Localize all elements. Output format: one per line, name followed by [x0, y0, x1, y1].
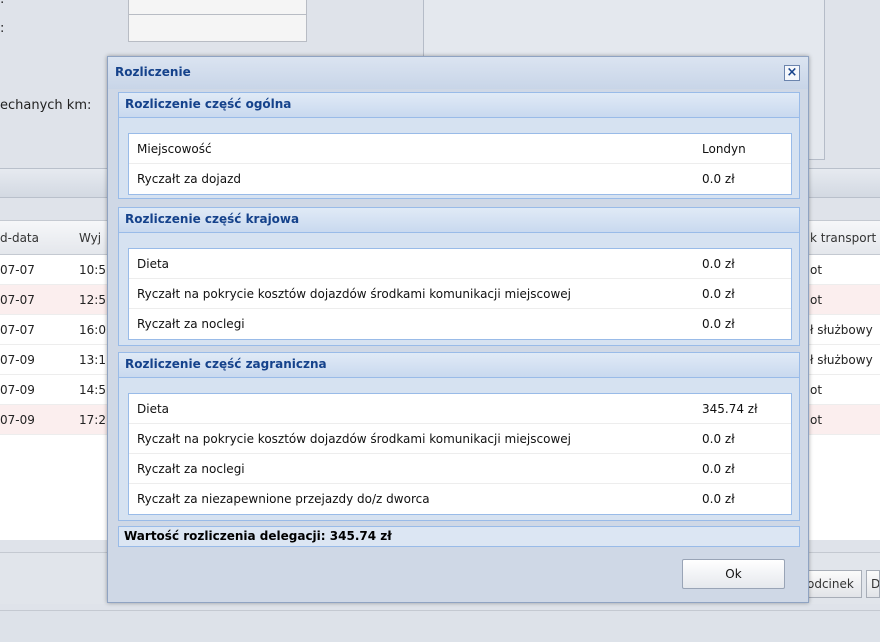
grid-cell-date: 07-09 — [0, 353, 35, 367]
row-label: Ryczałt za noclegi — [137, 317, 245, 331]
row-value: Londyn — [702, 142, 746, 156]
section-table: Dieta 0.0 zł Ryczałt na pokrycie kosztów… — [128, 248, 792, 340]
background-button[interactable]: D — [866, 570, 880, 598]
row-label: Miejscowość — [137, 142, 212, 156]
row-value: 0.0 zł — [702, 172, 735, 186]
dialog-title-bar[interactable]: Rozliczenie × — [108, 57, 808, 89]
grid-cell-transport: ot — [810, 383, 823, 397]
grid-cell-transport: ot — [810, 293, 823, 307]
grid-cell-date: 07-07 — [0, 263, 35, 277]
row-value: 0.0 zł — [702, 257, 735, 271]
settlement-total: Wartość rozliczenia delegacji: 345.74 zł — [118, 526, 800, 547]
grid-cell-transport: ł służbowy — [810, 353, 873, 367]
dialog-title: Rozliczenie — [115, 65, 191, 79]
background-input[interactable] — [128, 14, 307, 42]
list-item: Ryczałt na pokrycie kosztów dojazdów śro… — [129, 279, 791, 309]
settlement-dialog: Rozliczenie × Rozliczenie część ogólna M… — [107, 56, 809, 603]
grid-column-header[interactable]: d-data — [0, 231, 39, 245]
section-domestic: Rozliczenie część krajowa Dieta 0.0 zł R… — [118, 207, 800, 346]
background-form-label: : — [0, 0, 4, 7]
grid-cell-time: 13:1 — [79, 353, 106, 367]
grid-cell-time: 16:0 — [79, 323, 106, 337]
grid-cell-transport: ł służbowy — [810, 323, 873, 337]
grid-cell-time: 10:5 — [79, 263, 106, 277]
grid-cell-date: 07-07 — [0, 323, 35, 337]
list-item: Dieta 345.74 zł — [129, 394, 791, 424]
list-item: Miejscowość Londyn — [129, 134, 791, 164]
background-form-label: : — [0, 21, 5, 36]
row-value: 0.0 zł — [702, 432, 735, 446]
background-form-label: echanych km: — [0, 98, 92, 113]
grid-column-header[interactable]: k transport — [810, 231, 876, 245]
section-table: Miejscowość Londyn Ryczałt za dojazd 0.0… — [128, 133, 792, 195]
grid-column-header[interactable]: Wyj — [79, 231, 101, 245]
grid-cell-time: 17:2 — [79, 413, 106, 427]
grid-cell-transport: ot — [810, 263, 823, 277]
row-label: Ryczałt za niezapewnione przejazdy do/z … — [137, 492, 430, 506]
list-item: Ryczałt za noclegi 0.0 zł — [129, 309, 791, 339]
background-status-bar — [0, 610, 880, 642]
grid-cell-date: 07-09 — [0, 383, 35, 397]
row-value: 0.0 zł — [702, 317, 735, 331]
ok-button[interactable]: Ok — [682, 559, 785, 589]
section-title: Rozliczenie część ogólna — [119, 93, 799, 118]
grid-cell-time: 12:5 — [79, 293, 106, 307]
row-label: Ryczałt na pokrycie kosztów dojazdów śro… — [137, 287, 571, 301]
section-general: Rozliczenie część ogólna Miejscowość Lon… — [118, 92, 800, 199]
row-label: Ryczałt na pokrycie kosztów dojazdów śro… — [137, 432, 571, 446]
grid-cell-date: 07-09 — [0, 413, 35, 427]
grid-cell-transport: ot — [810, 413, 823, 427]
grid-cell-time: 14:5 — [79, 383, 106, 397]
section-table: Dieta 345.74 zł Ryczałt na pokrycie kosz… — [128, 393, 792, 515]
row-label: Ryczałt za noclegi — [137, 462, 245, 476]
close-icon[interactable]: × — [784, 65, 800, 81]
row-value: 0.0 zł — [702, 287, 735, 301]
list-item: Ryczałt na pokrycie kosztów dojazdów śro… — [129, 424, 791, 454]
section-title: Rozliczenie część zagraniczna — [119, 353, 799, 378]
section-title: Rozliczenie część krajowa — [119, 208, 799, 233]
list-item: Ryczałt za noclegi 0.0 zł — [129, 454, 791, 484]
row-value: 0.0 zł — [702, 462, 735, 476]
row-value: 345.74 zł — [702, 402, 758, 416]
row-label: Dieta — [137, 402, 170, 416]
list-item: Dieta 0.0 zł — [129, 249, 791, 279]
row-label: Ryczałt za dojazd — [137, 172, 241, 186]
row-value: 0.0 zł — [702, 492, 735, 506]
grid-cell-date: 07-07 — [0, 293, 35, 307]
list-item: Ryczałt za niezapewnione przejazdy do/z … — [129, 484, 791, 514]
odcinek-button[interactable]: odcinek — [800, 570, 862, 598]
list-item: Ryczałt za dojazd 0.0 zł — [129, 164, 791, 194]
row-label: Dieta — [137, 257, 170, 271]
section-foreign: Rozliczenie część zagraniczna Dieta 345.… — [118, 352, 800, 521]
